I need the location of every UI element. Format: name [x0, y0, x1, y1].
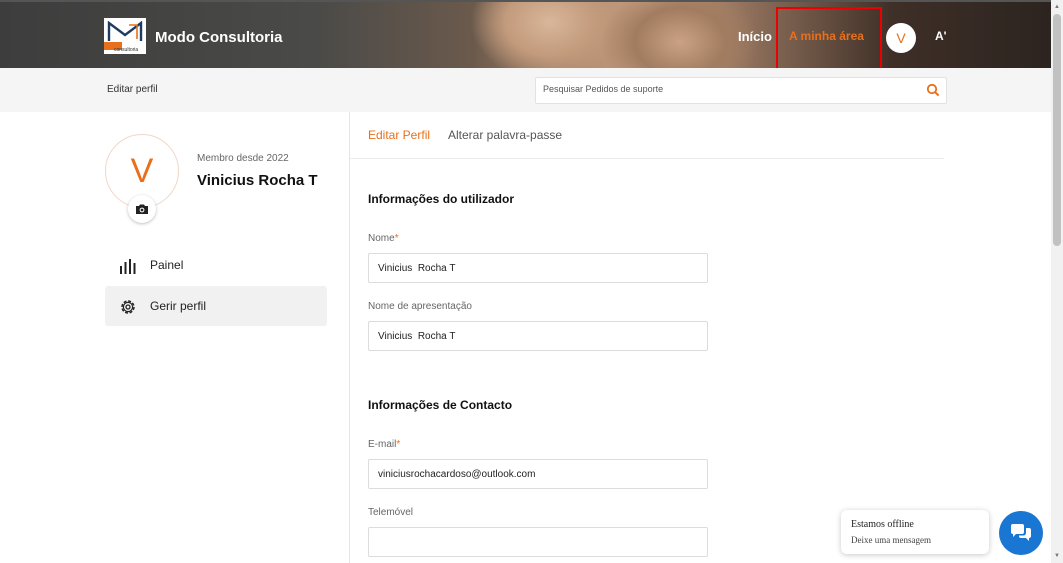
email-label-text: E-mail: [368, 439, 397, 450]
nav-link-inicio[interactable]: Início: [738, 29, 772, 44]
email-field[interactable]: [368, 459, 708, 489]
phone-label: Telemóvel: [368, 507, 414, 518]
name-field[interactable]: [368, 253, 708, 283]
nav-link-minha-area[interactable]: A minha área: [789, 29, 864, 43]
top-header: consultoria Modo Consultoria Início A mi…: [0, 0, 1051, 68]
header-photo-face: [600, 2, 760, 68]
page-scrollbar[interactable]: ▲ ▼: [1051, 0, 1063, 563]
search-box[interactable]: [535, 77, 947, 104]
tabs-divider: [350, 158, 944, 159]
menu-item-gerir-perfil[interactable]: Gerir perfil: [105, 286, 327, 326]
chat-status-text: Estamos offline: [851, 519, 914, 530]
name-label-text: Nome: [368, 233, 395, 244]
phone-field[interactable]: [368, 527, 708, 557]
company-logo[interactable]: consultoria: [104, 18, 146, 54]
tab-editar-perfil[interactable]: Editar Perfil: [368, 128, 430, 142]
scroll-up-arrow-icon[interactable]: ▲: [1054, 4, 1060, 10]
bar-chart-icon: [120, 259, 136, 274]
menu-item-label: Painel: [150, 258, 184, 272]
member-since-text: Membro desde 2022: [197, 153, 289, 164]
section-title-contact-info: Informações de Contacto: [368, 398, 513, 412]
nav-link-minha-area-highlight[interactable]: A minha área: [776, 7, 882, 68]
logo-m-mark: [107, 21, 143, 41]
display-name-label: Nome de apresentação: [368, 301, 472, 312]
gear-icon: [121, 300, 135, 314]
menu-item-painel[interactable]: Painel: [105, 245, 327, 285]
chat-launcher-button[interactable]: [999, 511, 1043, 555]
section-title-user-info: Informações do utilizador: [368, 192, 515, 206]
change-photo-button[interactable]: [128, 195, 156, 223]
menu-item-label: Gerir perfil: [150, 299, 207, 313]
search-input[interactable]: [543, 84, 913, 94]
chat-bubbles-icon: [1011, 524, 1031, 541]
scrollbar-thumb[interactable]: [1053, 14, 1061, 246]
sub-header: Editar perfil: [0, 68, 1051, 112]
name-label: Nome*: [368, 233, 399, 244]
tab-alterar-palavra-passe[interactable]: Alterar palavra-passe: [448, 128, 562, 142]
chat-offline-bubble[interactable]: Estamos offline Deixe uma mensagem: [841, 510, 989, 554]
profile-name: Vinicius Rocha T: [197, 172, 318, 189]
display-name-field[interactable]: [368, 321, 708, 351]
accessibility-icon[interactable]: A': [935, 29, 947, 43]
email-label: E-mail*: [368, 439, 400, 450]
panel-divider: [349, 112, 350, 563]
user-avatar-button[interactable]: V: [886, 23, 916, 53]
camera-icon: [136, 204, 148, 214]
required-mark: *: [396, 439, 401, 450]
chat-message-text: Deixe uma mensagem: [851, 535, 931, 545]
brand-name[interactable]: Modo Consultoria: [155, 29, 283, 46]
breadcrumb: Editar perfil: [107, 84, 158, 95]
scroll-down-arrow-icon[interactable]: ▼: [1054, 553, 1060, 559]
search-icon[interactable]: [926, 83, 940, 97]
required-mark: *: [394, 233, 399, 244]
logo-small-text: consultoria: [114, 47, 139, 53]
